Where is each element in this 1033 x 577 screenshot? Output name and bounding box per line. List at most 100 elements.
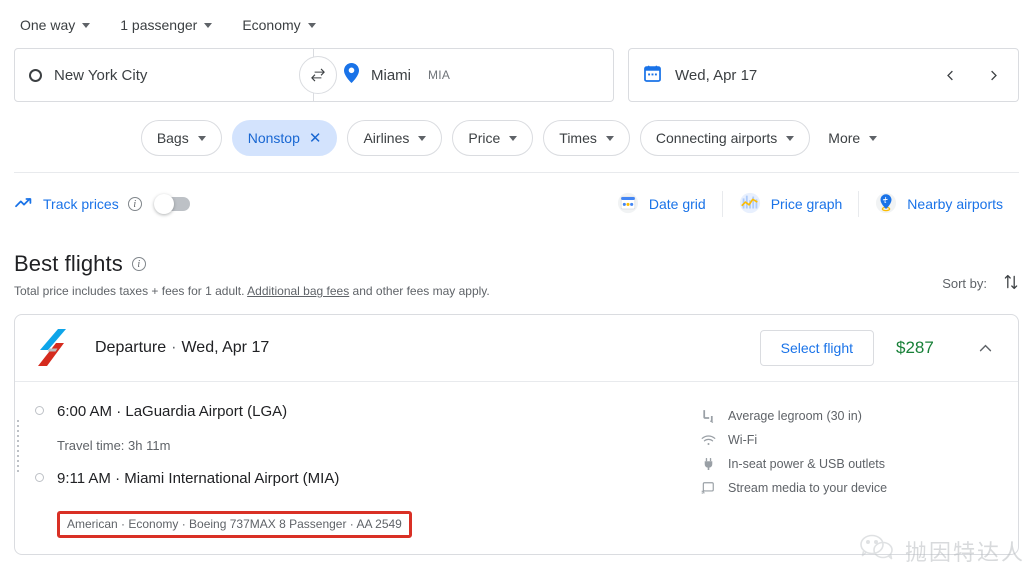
nearby-airports-button[interactable]: Nearby airports: [859, 186, 1019, 223]
flight-card-actions: Select flight $287: [759, 330, 1000, 366]
track-prices-control[interactable]: Track prices i: [14, 195, 142, 214]
cast-media-icon: [700, 481, 716, 495]
nearby-airports-icon: [875, 192, 897, 217]
destination-value: Miami: [371, 66, 411, 84]
chevron-up-icon: [979, 344, 991, 351]
page-title: Best flights i: [14, 251, 942, 277]
filter-chip-label: Price: [468, 130, 501, 146]
collapse-card-button[interactable]: [970, 333, 1000, 363]
filter-chip-label: Bags: [156, 130, 189, 146]
filter-chips-row: Bags Nonstop ✕ Airlines Price Times Conn…: [0, 102, 1033, 172]
track-prices-toggle[interactable]: [153, 194, 190, 214]
amenity-label: Average legroom (30 in): [728, 409, 862, 423]
departure-label: Departure: [95, 339, 167, 356]
flight-price: $287: [896, 338, 934, 357]
disclaimer-text-after: and other fees may apply.: [349, 284, 490, 298]
flight-card-header: Departure · Wed, Apr 17 Select flight $287: [15, 315, 1018, 381]
sort-by-control[interactable]: Sort by:: [942, 273, 1019, 294]
origin-value: New York City: [54, 66, 148, 84]
filter-chip-nonstop[interactable]: Nonstop ✕: [231, 120, 338, 156]
chevron-down-icon: [307, 22, 316, 28]
chevron-down-icon: [786, 135, 795, 141]
price-graph-button[interactable]: Price graph: [723, 186, 859, 223]
departure-time-airport: 6:00 AM · LaGuardia Airport (LGA): [57, 403, 288, 420]
filter-chip-connecting-airports[interactable]: Connecting airports: [639, 120, 811, 156]
track-prices-label: Track prices: [43, 196, 119, 212]
filter-chip-label: Times: [559, 130, 597, 146]
amenity-wifi: Wi-Fi: [700, 428, 1000, 452]
chevron-right-icon: [990, 70, 997, 80]
stop-circle-icon: [35, 406, 44, 415]
separator-dot: ·: [171, 339, 177, 356]
destination-code: MIA: [428, 68, 451, 82]
power-outlet-icon: [700, 457, 716, 471]
arrival-time-airport: 9:11 AM · Miami International Airport (M…: [57, 470, 340, 487]
chevron-left-icon: [946, 70, 953, 80]
travel-time: Travel time: 3h 11m: [57, 438, 171, 453]
next-date-button[interactable]: [978, 60, 1008, 90]
passengers-selector[interactable]: 1 passenger: [114, 12, 218, 38]
previous-date-button[interactable]: [935, 60, 965, 90]
price-graph-icon: [739, 192, 761, 217]
departure-date-value: Wed, Apr 17: [675, 66, 758, 84]
american-airlines-logo-icon: [35, 328, 73, 368]
chevron-down-icon: [605, 135, 614, 141]
flight-card-body: 6:00 AM · LaGuardia Airport (LGA) Travel…: [15, 381, 1018, 554]
date-grid-label: Date grid: [648, 196, 706, 212]
filter-chip-label: More: [828, 130, 861, 146]
origin-circle-icon: [29, 68, 42, 82]
price-disclaimer: Total price includes taxes + fees for 1 …: [14, 284, 942, 298]
disclaimer-text-before: Total price includes taxes + fees for 1 …: [14, 284, 248, 298]
filter-chip-label: Connecting airports: [655, 130, 778, 146]
filter-chip-more[interactable]: More: [820, 120, 892, 156]
chevron-down-icon: [197, 135, 206, 141]
best-flights-header-text: Best flights i Total price includes taxe…: [14, 251, 942, 298]
info-icon[interactable]: i: [127, 197, 142, 211]
wifi-icon: [700, 434, 716, 447]
select-flight-button[interactable]: Select flight: [759, 330, 874, 366]
chevron-down-icon: [82, 22, 91, 28]
filter-chip-label: Airlines: [363, 130, 410, 146]
close-icon[interactable]: ✕: [309, 131, 322, 146]
swap-origin-destination-button[interactable]: [299, 56, 337, 94]
chevron-down-icon: [509, 135, 518, 141]
additional-bag-fees-link[interactable]: Additional bag fees: [247, 284, 349, 298]
sort-by-label: Sort by:: [942, 276, 987, 291]
cabin-class-selector[interactable]: Economy: [236, 12, 321, 38]
chevron-down-icon: [869, 135, 878, 141]
legroom-icon: [700, 409, 716, 423]
amenity-stream-media: Stream media to your device: [700, 476, 1000, 500]
flight-result-card[interactable]: Departure · Wed, Apr 17 Select flight $287…: [14, 314, 1019, 555]
amenities-list: Average legroom (30 in) Wi-Fi In-seat po…: [700, 402, 1000, 538]
amenity-label: Stream media to your device: [728, 481, 888, 495]
destination-input[interactable]: Miami MIA: [314, 48, 614, 102]
trending-up-icon: [14, 195, 34, 214]
departure-leg: 6:00 AM · LaGuardia Airport (LGA): [35, 402, 700, 422]
filter-chip-times[interactable]: Times: [543, 120, 630, 156]
location-pin-icon: [344, 63, 359, 87]
best-flights-title: Best flights: [14, 251, 123, 276]
arrival-leg: 9:11 AM · Miami International Airport (M…: [35, 469, 700, 489]
calendar-icon: [643, 64, 662, 87]
amenity-power: In-seat power & USB outlets: [700, 452, 1000, 476]
amenity-label: In-seat power & USB outlets: [728, 457, 886, 471]
google-flights-results-page: One way 1 passenger Economy New York Cit…: [0, 0, 1033, 577]
trip-type-selector[interactable]: One way: [14, 12, 96, 38]
cabin-class-label: Economy: [242, 17, 301, 33]
trip-type-label: One way: [20, 17, 76, 33]
search-fields-row: New York City Miami MIA Wed, Apr 17: [0, 38, 1033, 102]
filter-chip-price[interactable]: Price: [452, 120, 534, 156]
info-icon[interactable]: i: [131, 257, 146, 271]
flight-details-highlighted: American · Economy · Boeing 737MAX 8 Pas…: [57, 511, 412, 538]
view-tools-group: Date grid Price graph Nearby airports: [601, 186, 1019, 223]
filter-chip-bags[interactable]: Bags: [140, 120, 222, 156]
places-group: New York City Miami MIA: [14, 48, 614, 102]
best-flights-header: Best flights i Total price includes taxe…: [0, 235, 1033, 298]
date-grid-button[interactable]: Date grid: [601, 186, 722, 223]
departure-date-field[interactable]: Wed, Apr 17: [628, 48, 1019, 102]
filter-chip-airlines[interactable]: Airlines: [347, 120, 443, 156]
origin-input[interactable]: New York City: [14, 48, 314, 102]
chevron-down-icon: [418, 135, 427, 141]
chevron-down-icon: [204, 22, 213, 28]
price-graph-label: Price graph: [770, 196, 843, 212]
